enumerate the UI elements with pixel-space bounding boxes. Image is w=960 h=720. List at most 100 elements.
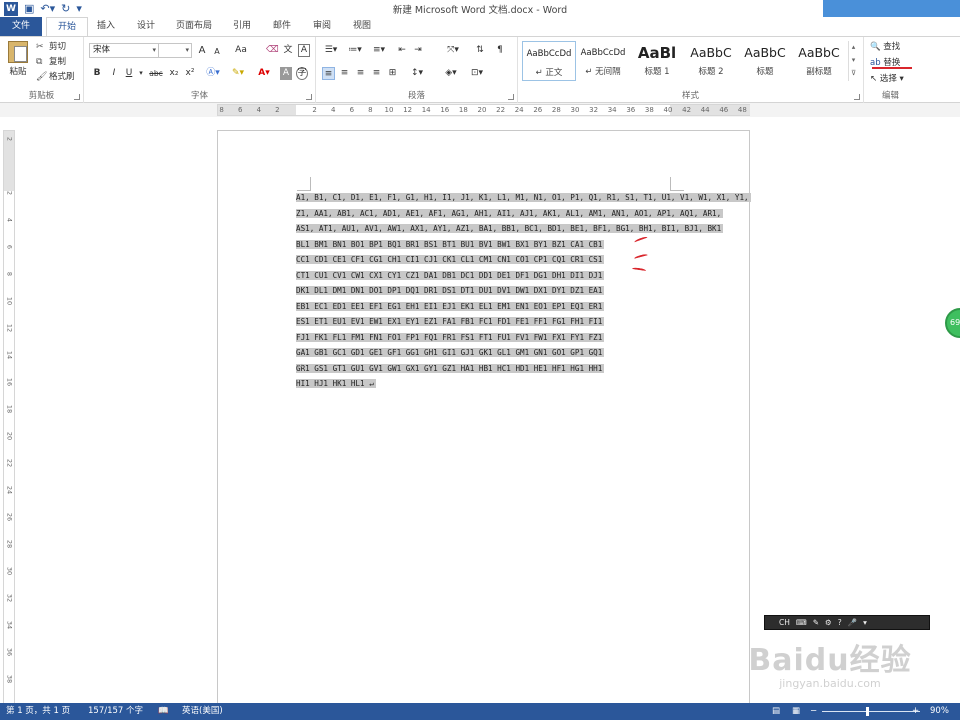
document-line[interactable]: GR1 GS1 GT1 GU1 GV1 GW1 GX1 GY1 GZ1 HA1 … bbox=[296, 361, 668, 377]
selected-text[interactable]: BL1 BM1 BN1 BO1 BP1 BQ1 BR1 BS1 BT1 BU1 … bbox=[296, 239, 605, 249]
align-right-icon[interactable]: ≡ bbox=[354, 67, 367, 80]
justify-icon[interactable]: ≡ bbox=[370, 67, 383, 80]
chevron-up-icon[interactable]: ▴ bbox=[849, 41, 858, 54]
numbering-icon[interactable]: ≔▾ bbox=[346, 44, 364, 57]
selected-text[interactable]: CT1 CU1 CV1 CW1 CX1 CY1 CZ1 DA1 DB1 DC1 … bbox=[296, 270, 605, 280]
tab-view[interactable]: 视图 bbox=[344, 17, 380, 36]
styles-scroll[interactable]: ▴ ▾ ⊽ bbox=[848, 41, 858, 81]
chevron-down-icon[interactable]: ▾ bbox=[137, 67, 145, 80]
pinyin-icon[interactable]: 文 bbox=[282, 44, 294, 57]
copy-button[interactable]: ⧉ 复制 bbox=[36, 56, 66, 68]
selected-text[interactable]: Z1, AA1, AB1, AC1, AD1, AE1, AF1, AG1, A… bbox=[296, 208, 724, 218]
underline-button[interactable]: U bbox=[124, 67, 134, 80]
distributed-icon[interactable]: ⊞ bbox=[386, 67, 399, 80]
document-line[interactable]: HI1 HJ1 HK1 HL1 ↵ bbox=[296, 376, 668, 392]
selected-text[interactable]: AS1, AT1, AU1, AV1, AW1, AX1, AY1, AZ1, … bbox=[296, 224, 724, 233]
highlight-icon[interactable]: ✎▾ bbox=[230, 67, 246, 80]
style-title[interactable]: AaBbC 标题 bbox=[738, 41, 792, 81]
clipboard-launcher-icon[interactable] bbox=[74, 94, 80, 100]
decrease-indent-icon[interactable]: ⇤ bbox=[396, 44, 408, 57]
zoom-slider-thumb[interactable] bbox=[866, 707, 869, 716]
line-spacing-icon[interactable]: ↕▾ bbox=[408, 67, 426, 80]
find-button[interactable]: 🔍 查找 bbox=[870, 40, 900, 52]
paragraph-launcher-icon[interactable] bbox=[508, 94, 514, 100]
tab-design[interactable]: 设计 bbox=[128, 17, 164, 36]
zoom-out-button[interactable]: − bbox=[810, 703, 817, 720]
shading-icon[interactable]: ◈▾ bbox=[442, 67, 460, 80]
text-effects-icon[interactable]: Ⓐ▾ bbox=[206, 67, 220, 80]
font-color-icon[interactable]: A▾ bbox=[256, 67, 272, 80]
bullets-icon[interactable]: ☰▾ bbox=[322, 44, 340, 57]
selected-text[interactable]: FJ1 FK1 FL1 FM1 FN1 FO1 FP1 FQ1 FR1 FS1 … bbox=[296, 332, 605, 342]
document-line[interactable]: ES1 ET1 EU1 EV1 EW1 EX1 EY1 EZ1 FA1 FB1 … bbox=[296, 314, 668, 330]
chinese-layout-icon[interactable]: ⤧▾ bbox=[444, 44, 462, 57]
document-line[interactable]: Z1, AA1, AB1, AC1, AD1, AE1, AF1, AG1, A… bbox=[296, 206, 724, 222]
punctuation-icon[interactable]: ✎ bbox=[813, 616, 819, 629]
style-subtitle[interactable]: AaBbC 副标题 bbox=[792, 41, 846, 81]
read-mode-icon[interactable]: ▤ bbox=[772, 703, 780, 720]
char-shading-icon[interactable]: A bbox=[280, 67, 292, 80]
grow-font-button[interactable]: A bbox=[196, 44, 208, 57]
horizontal-ruler[interactable]: 8 6 4 2 2 4 6 8 10 12 14 16 18 20 22 24 26 28 30 32 34 36 38 40… bbox=[217, 104, 750, 116]
font-size-combo[interactable]: ▾ bbox=[158, 43, 192, 58]
italic-button[interactable]: I bbox=[109, 67, 119, 80]
settings-icon[interactable]: ⚙ bbox=[825, 616, 832, 629]
tab-insert[interactable]: 插入 bbox=[88, 17, 124, 36]
tab-home[interactable]: 开始 bbox=[46, 17, 88, 37]
selected-text[interactable]: HI1 HJ1 HK1 HL1 ↵ bbox=[296, 379, 376, 388]
help-icon[interactable]: ? bbox=[838, 616, 842, 629]
document-line[interactable]: GA1 GB1 GC1 GD1 GE1 GF1 GG1 GH1 GI1 GJ1 … bbox=[296, 345, 668, 361]
increase-indent-icon[interactable]: ⇥ bbox=[412, 44, 424, 57]
tab-file[interactable]: 文件 bbox=[0, 17, 42, 36]
document-line[interactable]: CT1 CU1 CV1 CW1 CX1 CY1 CZ1 DA1 DB1 DC1 … bbox=[296, 268, 668, 284]
style-heading-2[interactable]: AaBbC 标题 2 bbox=[684, 41, 738, 81]
style-normal[interactable]: AaBbCcDd ↵ 正文 bbox=[522, 41, 576, 81]
style-heading-1[interactable]: AaBl 标题 1 bbox=[630, 41, 684, 81]
page-count[interactable]: 第 1 页，共 1 页 bbox=[6, 703, 70, 720]
bold-button[interactable]: B bbox=[92, 67, 102, 80]
document-line[interactable]: BL1 BM1 BN1 BO1 BP1 BQ1 BR1 BS1 BT1 BU1 … bbox=[296, 237, 668, 253]
select-button[interactable]: ↖ 选择 ▾ bbox=[870, 72, 904, 84]
borders-icon[interactable]: ⊡▾ bbox=[468, 67, 486, 80]
ime-language[interactable]: CH bbox=[779, 616, 790, 629]
more-styles-icon[interactable]: ⊽ bbox=[849, 67, 858, 80]
shrink-font-button[interactable]: A bbox=[211, 45, 223, 58]
selected-text[interactable]: DK1 DL1 DM1 DN1 DO1 DP1 DQ1 DR1 DS1 DT1 … bbox=[296, 286, 605, 295]
multilevel-list-icon[interactable]: ≡▾ bbox=[370, 44, 388, 57]
styles-launcher-icon[interactable] bbox=[854, 94, 860, 100]
change-case-button[interactable]: Aa bbox=[232, 44, 250, 57]
document-body[interactable]: A1, B1, C1, D1, E1, F1, G1, H1, I1, J1, … bbox=[296, 190, 751, 392]
char-border-icon[interactable]: A bbox=[298, 44, 310, 57]
show-marks-icon[interactable]: ¶ bbox=[494, 44, 506, 57]
paste-button[interactable]: 粘贴 bbox=[4, 41, 32, 81]
tab-page-layout[interactable]: 页面布局 bbox=[168, 17, 220, 36]
cut-button[interactable]: ✂ 剪切 bbox=[36, 41, 66, 53]
document-line[interactable]: CC1 CD1 CE1 CF1 CG1 CH1 CI1 CJ1 CK1 CL1 … bbox=[296, 252, 668, 268]
format-painter-button[interactable]: 🖌 格式刷 bbox=[36, 71, 75, 83]
selected-text[interactable]: CC1 CD1 CE1 CF1 CG1 CH1 CI1 CJ1 CK1 CL1 … bbox=[296, 255, 605, 264]
document-line[interactable]: AS1, AT1, AU1, AV1, AW1, AX1, AY1, AZ1, … bbox=[296, 221, 724, 237]
tab-mailings[interactable]: 邮件 bbox=[264, 17, 300, 36]
word-count[interactable]: 157/157 个字 bbox=[88, 703, 143, 720]
subscript-button[interactable]: x₂ bbox=[168, 67, 180, 80]
chevron-down-icon[interactable]: ▾ bbox=[849, 54, 858, 67]
selected-text[interactable]: A1, B1, C1, D1, E1, F1, G1, H1, I1, J1, … bbox=[296, 193, 751, 202]
enclose-char-icon[interactable]: 字 bbox=[296, 67, 308, 80]
strikethrough-button[interactable]: abc bbox=[148, 67, 164, 80]
print-layout-icon[interactable]: ▦ bbox=[792, 703, 800, 720]
language-status[interactable]: 英语(美国) bbox=[182, 703, 223, 720]
selected-text[interactable]: ES1 ET1 EU1 EV1 EW1 EX1 EY1 EZ1 FA1 FB1 … bbox=[296, 317, 605, 326]
chevron-down-icon[interactable]: ▾ bbox=[863, 616, 867, 629]
style-no-spacing[interactable]: AaBbCcDd ↵ 无间隔 bbox=[576, 41, 630, 81]
selected-text[interactable]: GR1 GS1 GT1 GU1 GV1 GW1 GX1 GY1 GZ1 HA1 … bbox=[296, 363, 605, 373]
font-name-combo[interactable]: 宋体 ▾ bbox=[89, 43, 159, 58]
align-center-icon[interactable]: ≡ bbox=[338, 67, 351, 80]
tab-references[interactable]: 引用 bbox=[224, 17, 260, 36]
vertical-ruler[interactable]: 2 2 4 6 8 10 12 14 16 18 20 22 24 26 28 30 32 34 36 38 bbox=[3, 130, 15, 705]
zoom-level[interactable]: 90% bbox=[930, 703, 949, 720]
tab-review[interactable]: 审阅 bbox=[304, 17, 340, 36]
document-line[interactable]: A1, B1, C1, D1, E1, F1, G1, H1, I1, J1, … bbox=[296, 190, 751, 206]
align-left-icon[interactable]: ≡ bbox=[322, 67, 335, 80]
superscript-button[interactable]: x² bbox=[184, 67, 196, 80]
sort-icon[interactable]: ⇅ bbox=[474, 44, 486, 57]
